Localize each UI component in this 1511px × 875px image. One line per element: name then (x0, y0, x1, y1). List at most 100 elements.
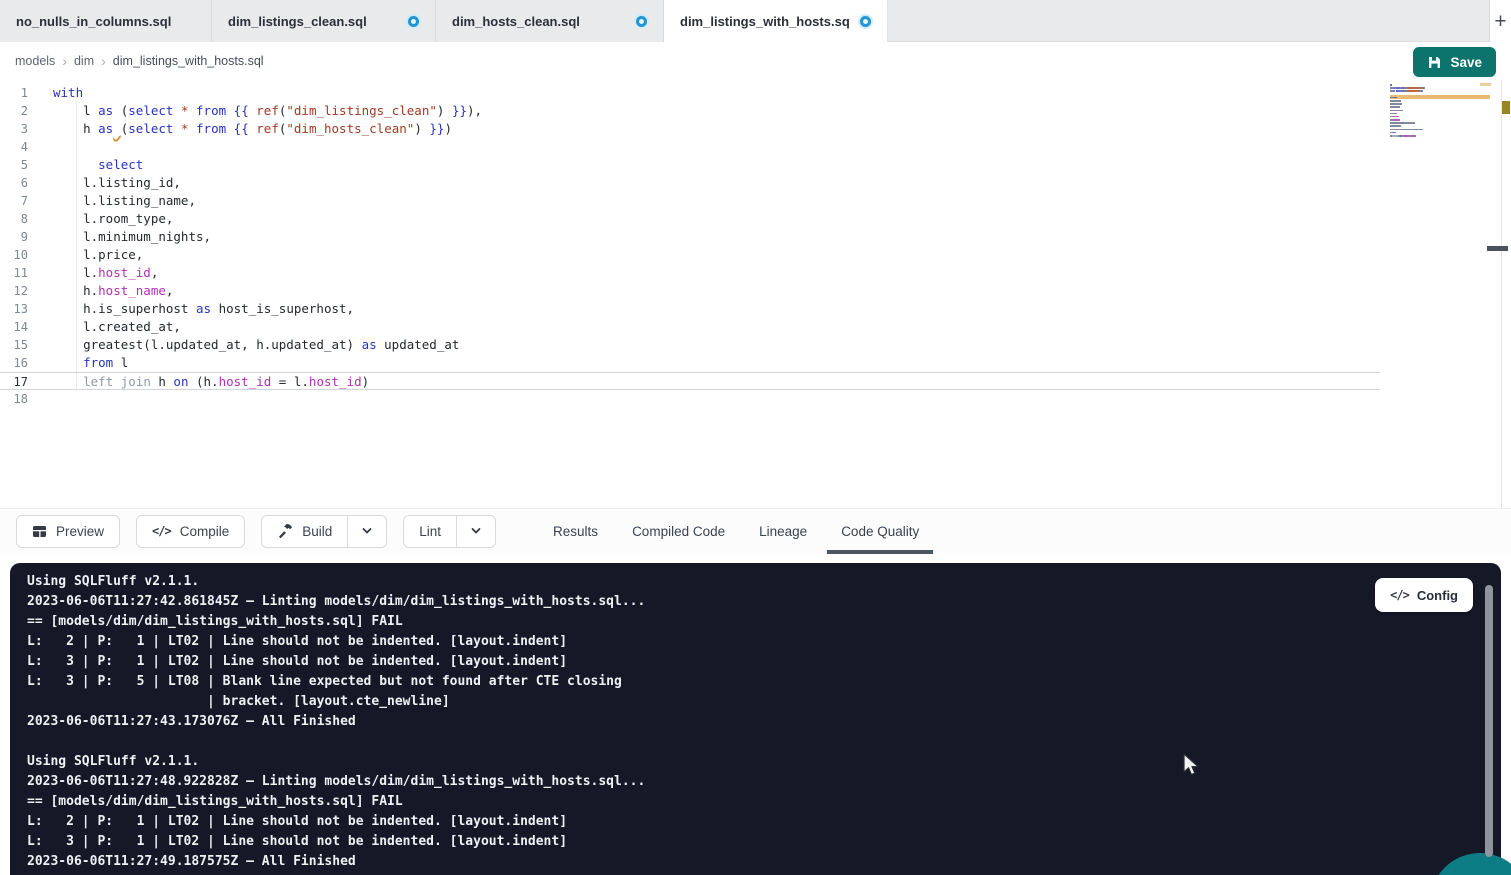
code-text: l.minimum_nights, (40, 228, 211, 246)
code-line-10[interactable]: 10 l.price, (0, 246, 1380, 264)
unsaved-changes-icon (408, 16, 419, 27)
line-number: 6 (0, 174, 40, 192)
build-button[interactable]: Build (261, 515, 347, 548)
code-line-3[interactable]: 3 h as (select * from {{ ref("dim_hosts_… (0, 120, 1380, 138)
line-number: 13 (0, 300, 40, 318)
tab-label: dim_hosts_clean.sql (452, 14, 580, 29)
line-number: 4 (0, 138, 40, 156)
code-line-16[interactable]: 16 from l (0, 354, 1380, 372)
tab-dim_hosts_clean.sql[interactable]: dim_hosts_clean.sql (436, 0, 664, 42)
minimap-code (1390, 84, 1490, 140)
lint-dropdown-button[interactable] (456, 515, 496, 548)
minimap-line (1390, 110, 1490, 112)
line-number: 7 (0, 192, 40, 210)
minimap-line (1390, 87, 1490, 89)
minimap-line (1390, 103, 1490, 105)
minimap[interactable] (1390, 84, 1490, 154)
code-line-1[interactable]: 1with (0, 84, 1380, 102)
unsaved-changes-icon (860, 16, 871, 27)
minimap-line (1390, 119, 1490, 121)
action-buttons: Preview </>Compile Build Lint (0, 515, 496, 548)
preview-button-group: Preview (16, 515, 120, 548)
breadcrumb-item[interactable]: dim (74, 54, 94, 68)
code-text: left join h on (h.host_id = l.host_id) (40, 373, 369, 389)
code-icon: </> (1390, 588, 1409, 602)
minimap-line (1390, 125, 1490, 127)
tab-dim_listings_clean.sql[interactable]: dim_listings_clean.sql (212, 0, 436, 42)
code-line-8[interactable]: 8 l.room_type, (0, 210, 1380, 228)
minimap-line (1390, 135, 1490, 137)
compile-button[interactable]: </>Compile (136, 515, 245, 548)
save-button-label: Save (1450, 55, 1482, 70)
code-line-4[interactable]: 4 (0, 138, 1380, 156)
code-line-17[interactable]: 17 left join h on (h.host_id = l.host_id… (0, 372, 1380, 390)
config-button-label: Config (1417, 588, 1458, 603)
tab-code-quality[interactable]: Code Quality (824, 509, 936, 554)
save-button[interactable]: Save (1413, 47, 1496, 77)
tab-bar: no_nulls_in_columns.sql dim_listings_clea… (0, 0, 1511, 42)
tab-dim_listings_with_hosts.sql[interactable]: dim_listings_with_hosts.sql (664, 0, 888, 42)
editor-toolbar: Preview </>Compile Build Lint ResultsCompil… (0, 508, 1511, 553)
build-button-group: Build (261, 515, 387, 548)
line-number: 18 (0, 390, 40, 408)
code-line-18[interactable]: 18 (0, 390, 1380, 408)
editor-scrollbar-thumb[interactable] (1487, 246, 1508, 251)
code-line-5[interactable]: 5 select (0, 156, 1380, 174)
line-number: 9 (0, 228, 40, 246)
code-line-12[interactable]: 12 h.host_name, (0, 282, 1380, 300)
result-tabs: ResultsCompiled CodeLineageCode Quality (536, 509, 936, 554)
lint-button[interactable]: Lint (403, 515, 456, 548)
code-icon: </> (152, 524, 171, 538)
tab-no_nulls_in_columns.sql[interactable]: no_nulls_in_columns.sql (0, 0, 212, 42)
tab-label: dim_listings_with_hosts.sql (680, 14, 850, 29)
tab-lineage[interactable]: Lineage (742, 509, 824, 554)
breadcrumb-separator-icon: › (62, 54, 67, 68)
preview-button[interactable]: Preview (16, 515, 120, 548)
tab-strip: no_nulls_in_columns.sql dim_listings_clea… (0, 0, 888, 41)
code-line-14[interactable]: 14 l.created_at, (0, 318, 1380, 336)
code-line-13[interactable]: 13 h.is_superhost as host_is_superhost, (0, 300, 1380, 318)
line-number: 11 (0, 264, 40, 282)
minimap-line (1390, 122, 1490, 124)
code-text (40, 390, 53, 408)
code-line-6[interactable]: 6 l.listing_id, (0, 174, 1380, 192)
code-line-9[interactable]: 9 l.minimum_nights, (0, 228, 1380, 246)
tab-results[interactable]: Results (536, 509, 615, 554)
breadcrumb-item[interactable]: models (15, 54, 55, 68)
save-icon (1427, 55, 1442, 70)
config-button[interactable]: </> Config (1375, 578, 1473, 612)
code-text: l.room_type, (40, 210, 173, 228)
preview-button-label: Preview (56, 524, 104, 539)
code-line-11[interactable]: 11 l.host_id, (0, 264, 1380, 282)
line-number: 14 (0, 318, 40, 336)
terminal-scrollbar-thumb[interactable] (1485, 585, 1493, 857)
minimap-line (1390, 138, 1490, 140)
line-number: 1 (0, 84, 40, 102)
code-text: h.host_name, (40, 282, 173, 300)
line-number: 8 (0, 210, 40, 228)
code-text: l.listing_id, (40, 174, 181, 192)
minimap-line (1390, 132, 1490, 134)
code-line-15[interactable]: 15 greatest(l.updated_at, h.updated_at) … (0, 336, 1380, 354)
build-button-label: Build (302, 524, 332, 539)
line-number: 2 (0, 102, 40, 120)
line-number: 3 (0, 120, 40, 138)
tab-compiled-code[interactable]: Compiled Code (615, 509, 742, 554)
lint-button-group: Lint (403, 515, 496, 548)
code-text: l.created_at, (40, 318, 181, 336)
code-text: select (40, 156, 143, 174)
code-line-7[interactable]: 7 l.listing_name, (0, 192, 1380, 210)
code-text: with (40, 84, 83, 102)
code-editor[interactable]: 1with2 l as (select * from {{ ref("dim_l… (0, 80, 1511, 508)
code-line-2[interactable]: 2 l as (select * from {{ ref("dim_listin… (0, 102, 1380, 120)
line-number: 16 (0, 354, 40, 372)
minimap-line (1390, 84, 1490, 86)
breadcrumb-item[interactable]: dim_listings_with_hosts.sql (113, 54, 264, 68)
code-text (40, 138, 53, 156)
new-tab-button[interactable]: + (1494, 11, 1506, 32)
line-number: 17 (0, 373, 40, 389)
build-dropdown-button[interactable] (347, 515, 387, 548)
tab-label: dim_listings_clean.sql (228, 14, 367, 29)
code-text: l as (select * from {{ ref("dim_listings… (40, 102, 482, 120)
minimap-line (1390, 116, 1490, 118)
